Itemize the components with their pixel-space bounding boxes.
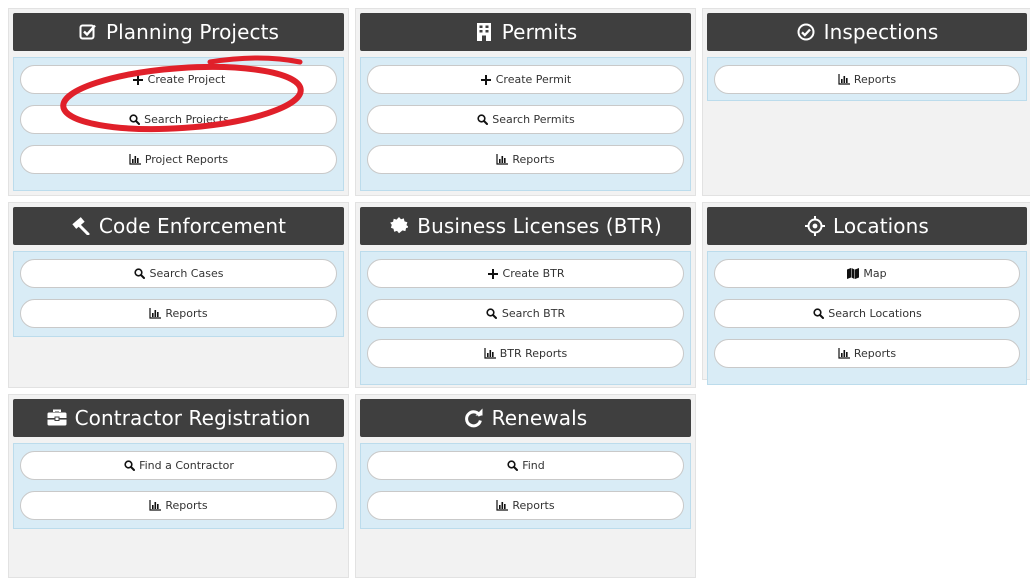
crosshairs-icon	[805, 216, 826, 236]
plus-icon	[132, 74, 144, 86]
module-button-panel: Find a Contractor Reports	[13, 443, 344, 529]
search-cases-button[interactable]: Search Cases	[20, 259, 337, 288]
gavel-icon	[71, 216, 91, 236]
module-locations: Locations Map Search Locations Reports	[702, 202, 1030, 385]
module-header: Code Enforcement	[13, 207, 344, 245]
search-icon	[134, 268, 146, 280]
module-button-panel: Create Project Search Projects Project Rep…	[13, 57, 344, 191]
button-label: BTR Reports	[499, 347, 568, 360]
bar-chart-icon	[838, 348, 850, 360]
module-code-enforcement: Code Enforcement Search Cases Reports	[8, 202, 349, 388]
checkbox-icon	[78, 22, 98, 42]
search-permits-button[interactable]: Search Permits	[367, 105, 684, 134]
bar-chart-icon	[484, 348, 496, 360]
certificate-icon	[389, 216, 409, 236]
button-label: Reports	[853, 347, 897, 360]
module-title: Code Enforcement	[98, 214, 287, 238]
search-icon	[506, 460, 518, 472]
module-header: Inspections	[707, 13, 1027, 51]
module-header: Permits	[360, 13, 691, 51]
bar-chart-icon	[838, 74, 850, 86]
module-title: Permits	[501, 20, 578, 44]
refresh-icon	[464, 408, 484, 428]
search-projects-button[interactable]: Search Projects	[20, 105, 337, 134]
module-header: Contractor Registration	[13, 399, 344, 437]
module-contractor-registration: Contractor Registration Find a Contractor…	[8, 394, 349, 578]
module-header: Planning Projects	[13, 13, 344, 51]
button-label: Reports	[512, 153, 555, 166]
module-button-panel: Search Cases Reports	[13, 251, 344, 337]
search-icon	[123, 460, 135, 472]
button-label: Create Project	[147, 73, 226, 86]
search-locations-button[interactable]: Search Locations	[714, 299, 1020, 328]
module-header: Locations	[707, 207, 1027, 245]
button-label: Search Permits	[492, 113, 575, 126]
create-permit-button[interactable]: Create Permit	[367, 65, 684, 94]
module-title: Locations	[833, 214, 929, 238]
module-title: Contractor Registration	[74, 406, 311, 430]
find-button[interactable]: Find	[367, 451, 684, 480]
module-button-panel: Find Reports	[360, 443, 691, 529]
search-icon	[476, 114, 488, 126]
module-title: Business Licenses (BTR)	[417, 214, 662, 238]
button-label: Reports	[165, 499, 208, 512]
button-label: Find a Contractor	[139, 459, 234, 472]
find-a-contractor-button[interactable]: Find a Contractor	[20, 451, 337, 480]
button-label: Reports	[512, 499, 555, 512]
btr-reports-button[interactable]: BTR Reports	[367, 339, 684, 368]
map-button[interactable]: Map	[714, 259, 1020, 288]
module-title: Renewals	[491, 406, 588, 430]
module-title: Inspections	[823, 20, 939, 44]
reports-button[interactable]: Reports	[367, 145, 684, 174]
button-label: Search BTR	[501, 307, 566, 320]
plus-icon	[487, 268, 499, 280]
bar-chart-icon	[149, 308, 162, 320]
button-label: Search Locations	[828, 307, 922, 320]
module-title: Planning Projects	[105, 20, 280, 44]
button-label: Create Permit	[495, 73, 572, 86]
module-button-panel: Create BTR Search BTR BTR Reports	[360, 251, 691, 385]
bar-chart-icon	[149, 500, 162, 512]
button-label: Search Projects	[144, 113, 229, 126]
button-label: Find	[522, 459, 545, 472]
check-circle-icon	[796, 22, 816, 42]
search-icon	[486, 308, 498, 320]
bar-chart-icon	[129, 154, 141, 166]
bar-chart-icon	[496, 500, 509, 512]
briefcase-icon	[47, 408, 67, 428]
reports-button[interactable]: Reports	[20, 299, 337, 328]
module-planning-projects: Planning Projects Create Project Search Pr…	[8, 8, 349, 196]
bar-chart-icon	[496, 154, 509, 166]
module-header: Renewals	[360, 399, 691, 437]
reports-button[interactable]: Reports	[20, 491, 337, 520]
search-btr-button[interactable]: Search BTR	[367, 299, 684, 328]
reports-button[interactable]: Reports	[714, 65, 1020, 94]
search-icon	[128, 114, 140, 126]
button-label: Create BTR	[502, 267, 565, 280]
reports-button[interactable]: Reports	[714, 339, 1020, 368]
create-project-button[interactable]: Create Project	[20, 65, 337, 94]
plus-icon	[480, 74, 492, 86]
button-label: Search Cases	[149, 267, 224, 280]
module-header: Business Licenses (BTR)	[360, 207, 691, 245]
module-business-licenses-btr: Business Licenses (BTR) Create BTR Search …	[355, 202, 696, 388]
module-button-panel: Map Search Locations Reports	[707, 251, 1027, 385]
module-renewals: Renewals Find Reports	[355, 394, 696, 578]
module-permits: Permits Create Permit Search Permits Report…	[355, 8, 696, 196]
button-label: Map	[863, 267, 887, 280]
button-label: Reports	[165, 307, 208, 320]
building-icon	[474, 22, 494, 42]
map-icon	[847, 268, 860, 280]
module-button-panel: Reports	[707, 57, 1027, 101]
create-btr-button[interactable]: Create BTR	[367, 259, 684, 288]
button-label: Project Reports	[144, 153, 229, 166]
reports-button[interactable]: Reports	[367, 491, 684, 520]
search-icon	[812, 308, 824, 320]
module-inspections: Inspections Reports	[702, 8, 1030, 196]
button-label: Reports	[853, 73, 897, 86]
project-reports-button[interactable]: Project Reports	[20, 145, 337, 174]
module-button-panel: Create Permit Search Permits Reports	[360, 57, 691, 191]
